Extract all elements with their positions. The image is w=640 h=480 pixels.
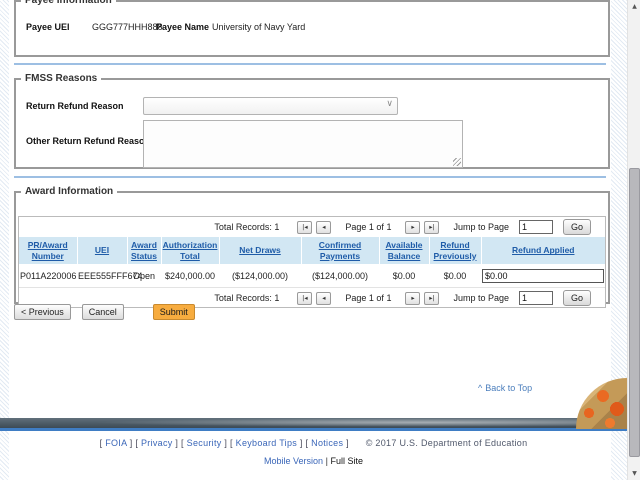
bracket: [ <box>181 438 184 448</box>
total-records-label: Total Records: 1 <box>214 222 279 232</box>
page-footer: [ FOIA ] [ Privacy ] [ Security ] [ Keyb… <box>0 438 627 466</box>
refund-applied-input[interactable] <box>482 269 604 283</box>
footer-link-notices[interactable]: Notices <box>311 438 343 448</box>
scroll-down-icon[interactable]: ▼ <box>628 467 640 480</box>
cell-refund-previously: $0.00 <box>429 264 481 287</box>
sort-header-uei[interactable]: UEI <box>77 237 127 264</box>
cell-refund-applied <box>481 264 605 287</box>
footer-separator: | <box>326 456 328 466</box>
table-header-row: PR/Award Number UEI Award Status Authori… <box>19 237 605 264</box>
return-refund-reason-label: Return Refund Reason <box>26 101 124 111</box>
first-page-button[interactable]: |◂ <box>297 292 312 305</box>
bracket: ] <box>130 438 133 448</box>
payee-name-value: University of Navy Yard <box>212 22 305 32</box>
payee-information-section: Payee Information Payee UEI GGG777HHH888… <box>14 0 610 57</box>
footer-link-security[interactable]: Security <box>187 438 222 448</box>
cell-award-status: Open <box>127 264 161 287</box>
cell-available-balance: $0.00 <box>379 264 429 287</box>
return-refund-reason-select[interactable]: ∨ <box>143 97 398 115</box>
cell-authorization-total: $240,000.00 <box>161 264 219 287</box>
first-page-button[interactable]: |◂ <box>297 221 312 234</box>
bracket: ] <box>224 438 227 448</box>
back-to-top-label: Back to Top <box>485 383 532 393</box>
sort-header-net-draws[interactable]: Net Draws <box>219 237 301 264</box>
footer-link-foia[interactable]: FOIA <box>105 438 127 448</box>
award-information-section: Award Information Total Records: 1 |◂ ◂ … <box>14 186 610 304</box>
award-section-legend: Award Information <box>21 186 117 197</box>
page-indicator: Page 1 of 1 <box>345 293 391 303</box>
payee-uei-value: GGG777HHH888 <box>92 22 163 32</box>
footer-mobile-line: Mobile Version | Full Site <box>0 456 627 466</box>
sort-header-available-balance[interactable]: Available Balance <box>379 237 429 264</box>
sort-header-award-status[interactable]: Award Status <box>127 237 161 264</box>
cell-confirmed-payments: ($124,000.00) <box>301 264 379 287</box>
footer-blue-rule <box>0 428 627 431</box>
scrollbar-thumb[interactable] <box>629 168 640 457</box>
last-page-button[interactable]: ▸| <box>424 292 439 305</box>
full-site-label: Full Site <box>330 456 363 466</box>
cancel-button[interactable]: Cancel <box>82 304 124 320</box>
jump-to-page-label: Jump to Page <box>453 222 509 232</box>
pagination-bar-top: Total Records: 1 |◂ ◂ Page 1 of 1 ▸ ▸| J… <box>19 217 605 237</box>
submit-button[interactable]: Submit <box>153 304 195 320</box>
caret-up-icon: ^ <box>478 383 482 393</box>
decorative-classroom-image <box>576 378 627 429</box>
bracket: ] <box>300 438 303 448</box>
footer-band <box>0 418 627 428</box>
payee-uei-label: Payee UEI <box>26 22 70 32</box>
payee-name-label: Payee Name <box>156 22 209 32</box>
footer-link-keyboard-tips[interactable]: Keyboard Tips <box>236 438 297 448</box>
mobile-version-link[interactable]: Mobile Version <box>264 456 323 466</box>
section-divider <box>14 63 606 65</box>
go-button[interactable]: Go <box>563 290 591 306</box>
footer-links-line: [ FOIA ] [ Privacy ] [ Security ] [ Keyb… <box>0 438 627 448</box>
other-return-refund-reason-label: Other Return Refund Reason <box>26 136 150 146</box>
table-row: P011A220006 EEE555FFF674 Open $240,000.0… <box>19 264 605 287</box>
award-table: PR/Award Number UEI Award Status Authori… <box>19 237 605 287</box>
sort-header-confirmed-payments[interactable]: Confirmed Payments <box>301 237 379 264</box>
fmss-reasons-section: FMSS Reasons Return Refund Reason ∨ Othe… <box>14 73 610 169</box>
bracket: ] <box>175 438 178 448</box>
previous-button[interactable]: < Previous <box>14 304 71 320</box>
other-return-refund-reason-textarea[interactable] <box>143 120 463 168</box>
action-button-bar: < Previous Cancel Submit <box>14 304 195 320</box>
fmss-section-legend: FMSS Reasons <box>21 73 101 84</box>
last-page-button[interactable]: ▸| <box>424 221 439 234</box>
jump-to-page-input[interactable] <box>519 220 553 234</box>
bracket: [ <box>306 438 309 448</box>
bracket: [ <box>100 438 103 448</box>
footer-link-privacy[interactable]: Privacy <box>141 438 173 448</box>
total-records-label: Total Records: 1 <box>214 293 279 303</box>
sort-header-refund-previously[interactable]: Refund Previously <box>429 237 481 264</box>
section-divider <box>14 176 606 178</box>
back-to-top-link[interactable]: ^Back to Top <box>478 383 532 393</box>
cell-pr-award-number: P011A220006 <box>19 264 77 287</box>
prev-page-button[interactable]: ◂ <box>316 292 331 305</box>
bracket: [ <box>230 438 233 448</box>
page-margin-texture-left <box>0 0 9 480</box>
award-table-container: Total Records: 1 |◂ ◂ Page 1 of 1 ▸ ▸| J… <box>18 216 606 308</box>
resize-handle-icon[interactable] <box>453 158 461 166</box>
bracket: ] <box>346 438 349 448</box>
vertical-scrollbar[interactable]: ▲ ▼ <box>627 0 640 480</box>
go-button[interactable]: Go <box>563 219 591 235</box>
next-page-button[interactable]: ▸ <box>405 292 420 305</box>
sort-header-refund-applied[interactable]: Refund Applied <box>481 237 605 264</box>
app-window: Payee Information Payee UEI GGG777HHH888… <box>0 0 640 480</box>
jump-to-page-label: Jump to Page <box>453 293 509 303</box>
page-indicator: Page 1 of 1 <box>345 222 391 232</box>
next-page-button[interactable]: ▸ <box>405 221 420 234</box>
sort-header-pr-award-number[interactable]: PR/Award Number <box>19 237 77 264</box>
payee-section-legend: Payee Information <box>21 0 116 6</box>
scroll-up-icon[interactable]: ▲ <box>628 0 640 13</box>
jump-to-page-input[interactable] <box>519 291 553 305</box>
cell-net-draws: ($124,000.00) <box>219 264 301 287</box>
cell-uei: EEE555FFF674 <box>77 264 127 287</box>
bracket: [ <box>135 438 138 448</box>
sort-header-authorization-total[interactable]: Authorization Total <box>161 237 219 264</box>
chevron-down-icon: ∨ <box>386 99 393 109</box>
prev-page-button[interactable]: ◂ <box>316 221 331 234</box>
copyright-text: © 2017 U.S. Department of Education <box>366 438 528 448</box>
